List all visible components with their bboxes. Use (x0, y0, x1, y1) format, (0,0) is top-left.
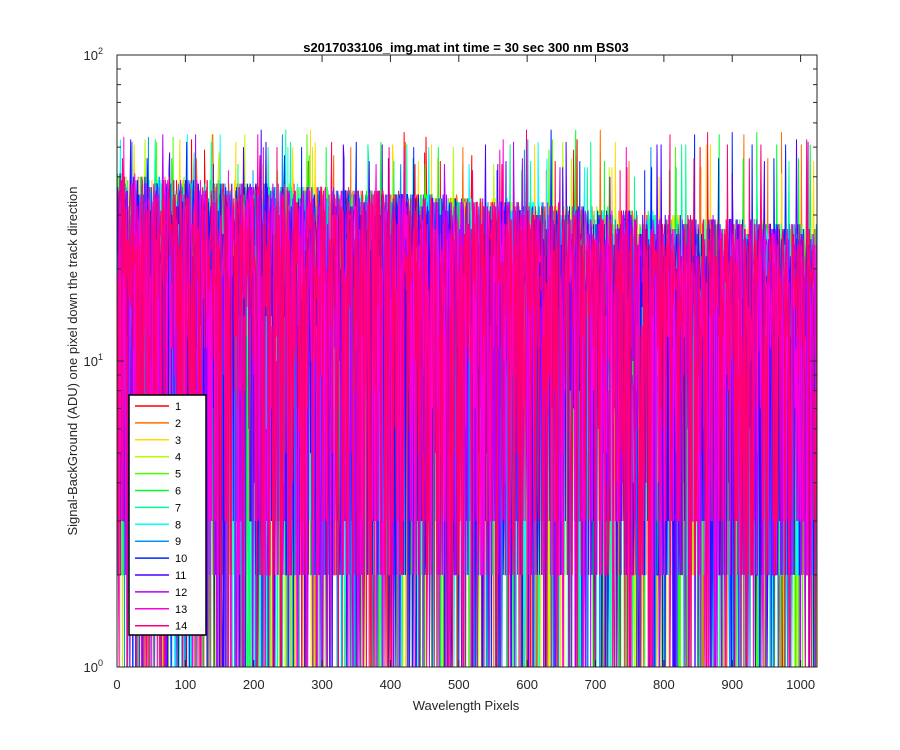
legend-label-9: 9 (175, 536, 181, 548)
legend-label-13: 13 (175, 604, 187, 616)
x-tick-label: 800 (653, 677, 675, 692)
legend-label-3: 3 (175, 435, 181, 447)
x-tick-label: 900 (721, 677, 743, 692)
legend-label-11: 11 (175, 570, 186, 582)
x-axis-label: Wavelength Pixels (413, 698, 520, 713)
x-tick-label: 700 (585, 677, 607, 692)
legend-box (128, 394, 207, 636)
legend-label-10: 10 (175, 553, 187, 565)
y-tick-base: 10 (84, 48, 98, 63)
legend: 1234567891011121314 (128, 394, 207, 636)
legend-label-4: 4 (175, 452, 181, 464)
chart-title: s2017033106_img.mat int time = 30 sec 30… (303, 40, 629, 55)
y-tick-base: 10 (84, 354, 98, 369)
legend-label-6: 6 (175, 486, 181, 498)
legend-label-14: 14 (175, 621, 187, 633)
y-tick-exponent: 2 (98, 46, 103, 56)
legend-label-12: 12 (175, 587, 187, 599)
y-tick-base: 10 (84, 660, 98, 675)
x-tick-label: 0 (113, 677, 120, 692)
x-tick-label: 300 (311, 677, 333, 692)
legend-label-1: 1 (175, 401, 181, 413)
x-tick-label: 1000 (786, 677, 815, 692)
chart-figure: s2017033106_img.mat int time = 30 sec 30… (0, 0, 900, 750)
x-tick-label: 100 (175, 677, 197, 692)
legend-label-7: 7 (175, 502, 181, 514)
y-tick-exponent: 0 (98, 658, 103, 668)
y-tick-exponent: 1 (98, 352, 103, 362)
legend-label-2: 2 (175, 418, 181, 430)
x-tick-label: 600 (516, 677, 538, 692)
legend-label-5: 5 (175, 469, 181, 481)
x-tick-label: 400 (380, 677, 402, 692)
y-axis-label: Signal-BackGround (ADU) one pixel down t… (65, 186, 80, 535)
x-tick-label: 200 (243, 677, 265, 692)
x-tick-label: 500 (448, 677, 470, 692)
legend-label-8: 8 (175, 519, 181, 531)
